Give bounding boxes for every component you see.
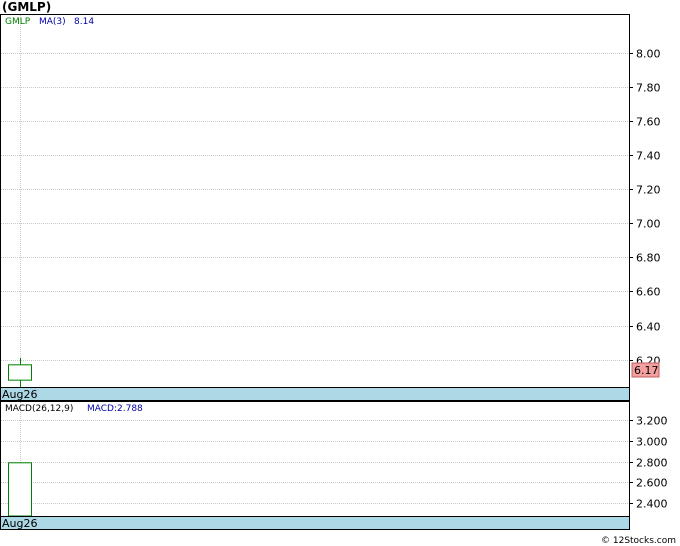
y-tick-label: 3.000 xyxy=(636,436,668,449)
price-date-band xyxy=(0,387,630,401)
y-tick-label: 7.60 xyxy=(636,116,661,129)
symbol-label: GMLP xyxy=(5,17,31,27)
ma-value: 8.14 xyxy=(74,17,94,27)
y-tick-label: 2.800 xyxy=(636,457,668,470)
macd-bar xyxy=(8,462,32,517)
macd-value: MACD:2.788 xyxy=(87,404,143,414)
y-tick-label: 3.200 xyxy=(636,415,668,428)
stock-chart: 6.206.406.606.807.007.207.407.607.808.00… xyxy=(0,14,676,546)
watermark: © 12Stocks.com xyxy=(601,536,676,546)
y-tick-label: 7.20 xyxy=(636,184,661,197)
y-tick-label: 7.80 xyxy=(636,82,661,95)
price-axis-ticks: 6.206.406.606.807.007.207.407.607.808.00 xyxy=(629,48,661,368)
macd-bars xyxy=(8,462,32,517)
macd-axis-ticks: 2.400 2.600 2.800 3.000 3.200 xyxy=(629,415,668,511)
y-tick-label: 2.600 xyxy=(636,477,668,490)
macd-label: MACD(26,12,9) xyxy=(5,404,73,414)
y-tick-label: 2.400 xyxy=(636,498,668,511)
macd-date-label: Aug26 xyxy=(2,517,37,530)
y-tick-label: 6.80 xyxy=(636,252,661,265)
macd-date-band xyxy=(0,516,630,530)
price-date-label: Aug26 xyxy=(2,388,37,401)
ma-label: MA(3) xyxy=(39,17,66,27)
y-tick-label: 7.00 xyxy=(636,218,661,231)
y-tick-label: 6.60 xyxy=(636,286,661,299)
y-tick-label: 6.40 xyxy=(636,321,661,334)
current-price-label: 6.17 xyxy=(634,364,659,377)
y-tick-label: 7.40 xyxy=(636,150,661,163)
candle-body xyxy=(8,364,32,381)
y-tick-label: 8.00 xyxy=(636,48,661,61)
price-panel-frame xyxy=(0,14,630,401)
